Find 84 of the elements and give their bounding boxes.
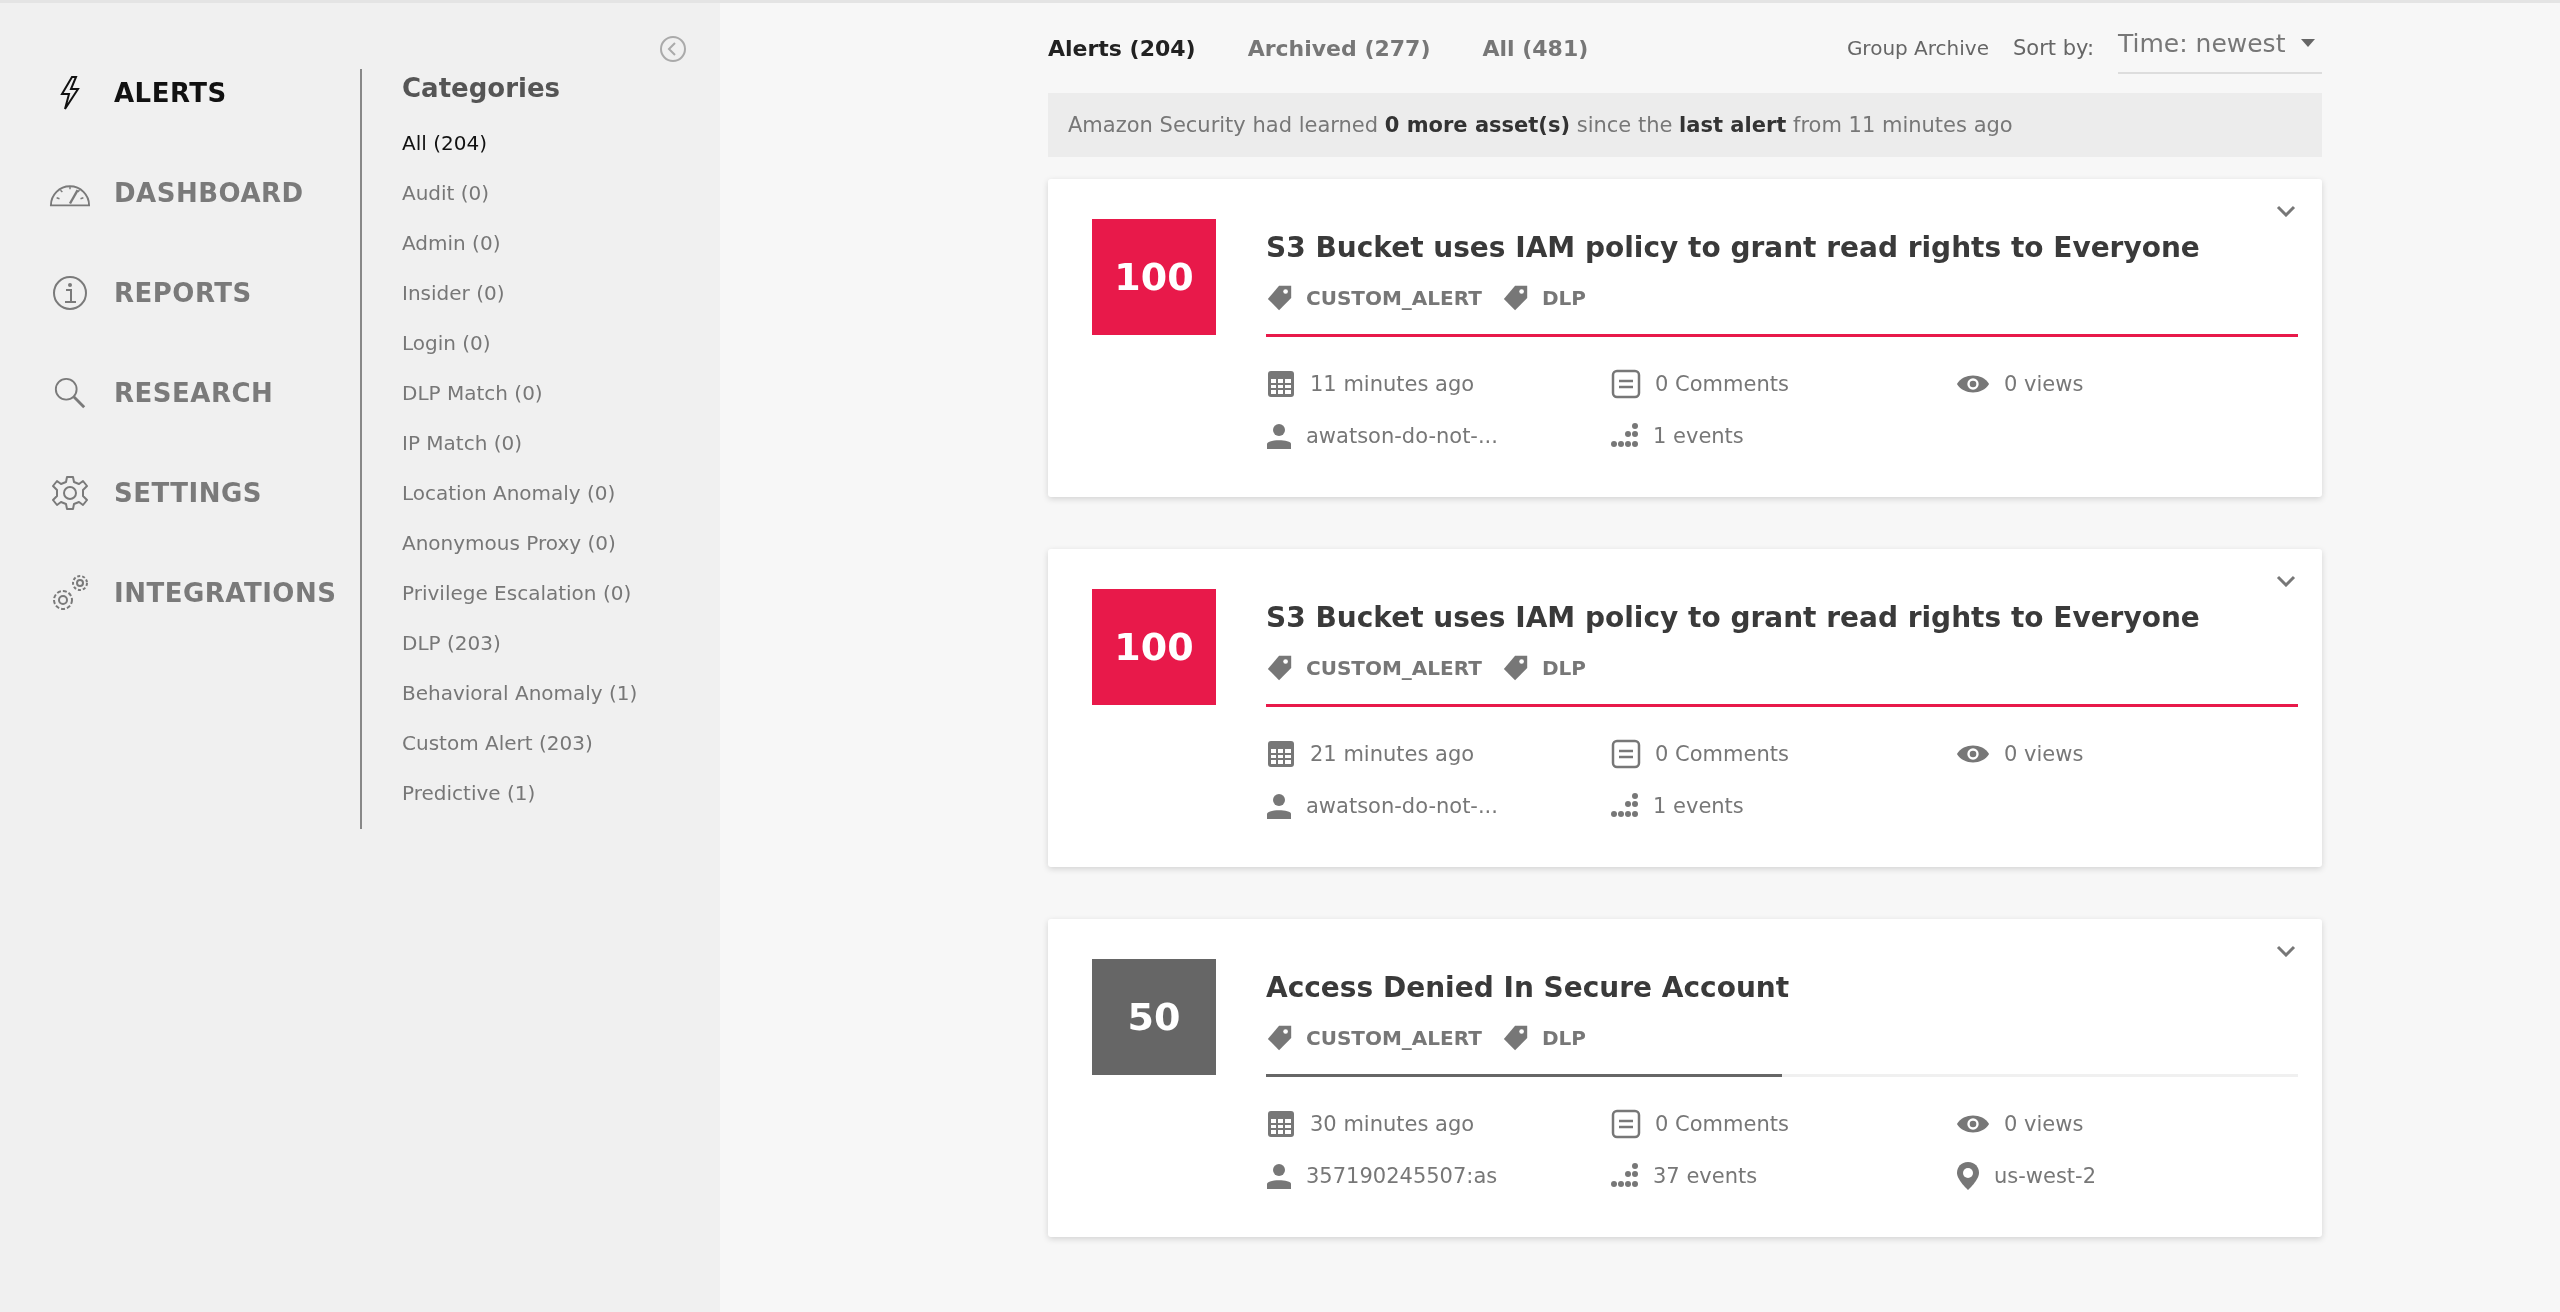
score-badge: 50 [1092, 959, 1216, 1075]
chevron-down-icon[interactable] [2276, 575, 2296, 587]
alert-meta-text: awatson-do-not-... [1306, 794, 1498, 818]
alert-meta-text: us-west-2 [1994, 1164, 2097, 1188]
category-link[interactable]: Insider (0) [402, 281, 638, 331]
tag-icon [1501, 654, 1530, 682]
alert-title[interactable]: Access Denied In Secure Account [1266, 971, 2298, 1004]
alert-meta-text: 30 minutes ago [1310, 1112, 1475, 1136]
user-icon [1266, 423, 1292, 449]
alert-meta-text: 0 views [2004, 742, 2084, 766]
alert-meta-text: 0 views [2004, 372, 2084, 396]
alert-meta-text: 0 Comments [1655, 1112, 1789, 1136]
nav-item[interactable]: RESEARCH [48, 369, 360, 417]
user-icon [1266, 1163, 1292, 1189]
tab[interactable]: Alerts (204) [1048, 35, 1196, 61]
location-pin-icon [1956, 1161, 1980, 1191]
alert-meta-text: 357190245507:as [1306, 1164, 1498, 1188]
alert-meta-text: 11 minutes ago [1310, 372, 1475, 396]
search-icon [53, 376, 87, 410]
alert-meta-text: 1 events [1653, 794, 1744, 818]
tab[interactable]: Archived (277) [1247, 35, 1431, 61]
chevron-down-icon[interactable] [2276, 945, 2296, 957]
alert-meta-text: 0 Comments [1655, 742, 1789, 766]
alert-meta-text: awatson-do-not-... [1306, 424, 1498, 448]
gears-icon [50, 573, 90, 613]
tag-label: CUSTOM_ALERT [1306, 286, 1482, 310]
nav-item[interactable]: INTEGRATIONS [48, 569, 360, 617]
dots-icon [1611, 422, 1639, 450]
score-badge: 100 [1092, 219, 1216, 335]
sort-dropdown[interactable]: Time: newest [2118, 22, 2322, 74]
alert-meta-text: 0 views [2004, 1112, 2084, 1136]
comment-icon [1611, 739, 1641, 769]
settings-icon [52, 475, 88, 511]
tag-icon [1266, 654, 1294, 682]
tag-label: CUSTOM_ALERT [1306, 1026, 1482, 1050]
group-archive-button[interactable]: Group Archive [1846, 36, 1989, 60]
category-link[interactable]: Login (0) [402, 331, 638, 381]
tab[interactable]: All (481) [1482, 35, 1589, 61]
lightning-bolt-icon [58, 75, 82, 111]
tag-icon [1266, 1024, 1294, 1052]
alert-title[interactable]: S3 Bucket uses IAM policy to grant read rights to Everyone [1266, 231, 2298, 264]
category-link[interactable]: DLP (203) [402, 631, 638, 681]
caret-icon [2301, 39, 2316, 47]
nav-item[interactable]: SETTINGS [48, 469, 360, 517]
info-banner: Amazon Security had learned 0 more asset(s) since the last alert from 11 minutes ago [1048, 93, 2322, 157]
alert-meta-text: 0 Comments [1655, 372, 1789, 396]
nav-item[interactable]: ALERTS [48, 69, 360, 117]
categories-heading: Categories [402, 73, 561, 103]
category-link[interactable]: Behavioral Anomaly (1) [402, 681, 638, 731]
tag-icon [1501, 284, 1530, 312]
alert-meta-text: 21 minutes ago [1310, 742, 1475, 766]
category-link[interactable]: Privilege Escalation (0) [402, 581, 638, 631]
nav-item[interactable]: DASHBOARD [48, 169, 360, 217]
tag-icon [1501, 1024, 1530, 1052]
category-link[interactable]: Location Anomaly (0) [402, 481, 638, 531]
calendar-icon [1266, 739, 1296, 769]
category-link[interactable]: Admin (0) [402, 231, 638, 281]
comment-icon [1611, 369, 1641, 399]
tag-label: DLP [1541, 286, 1586, 310]
sort-label: Sort by: [2012, 36, 2094, 60]
alert-meta-text: 37 events [1653, 1164, 1758, 1188]
chevron-down-icon[interactable] [2276, 205, 2296, 217]
category-link[interactable]: All (204) [402, 131, 638, 181]
calendar-icon [1266, 369, 1296, 399]
category-link[interactable]: IP Match (0) [402, 431, 638, 481]
tag-label: DLP [1541, 656, 1586, 680]
tag-label: CUSTOM_ALERT [1306, 656, 1482, 680]
category-link[interactable]: Audit (0) [402, 181, 638, 231]
tag-icon [1266, 284, 1294, 312]
user-icon [1266, 793, 1292, 819]
dots-icon [1611, 1162, 1639, 1190]
alert-title[interactable]: S3 Bucket uses IAM policy to grant read rights to Everyone [1266, 601, 2298, 634]
category-link[interactable]: DLP Match (0) [402, 381, 638, 431]
category-link[interactable]: Custom Alert (203) [402, 731, 638, 781]
score-badge: 100 [1092, 589, 1216, 705]
comment-icon [1611, 1109, 1641, 1139]
nav-item[interactable]: REPORTS [48, 269, 360, 317]
calendar-icon [1266, 1109, 1296, 1139]
info-icon [52, 275, 88, 311]
category-link[interactable]: Anonymous Proxy (0) [402, 531, 638, 581]
category-link[interactable]: Predictive (1) [402, 781, 638, 831]
tag-label: DLP [1541, 1026, 1586, 1050]
alert-meta-text: 1 events [1653, 424, 1744, 448]
dots-icon [1611, 792, 1639, 820]
